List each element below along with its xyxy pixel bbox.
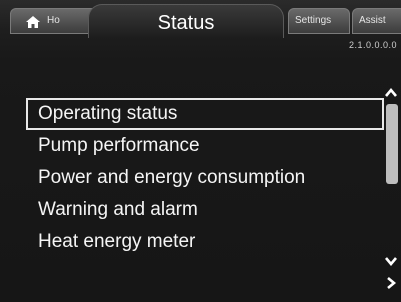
menu-item-label: Operating status — [38, 103, 178, 124]
chevron-right-icon[interactable] — [384, 276, 398, 290]
menu-item-warning-alarm[interactable]: Warning and alarm — [26, 194, 384, 226]
tab-assist[interactable]: Assist — [352, 8, 401, 34]
menu-item-label: Power and energy consumption — [38, 167, 306, 188]
menu-item-label: Heat energy meter — [38, 231, 196, 252]
firmware-version: 2.1.0.0.0.0 — [348, 40, 397, 50]
menu-item-pump-performance[interactable]: Pump performance — [26, 130, 384, 162]
page-title: Status — [157, 12, 215, 34]
menu-item-label: Warning and alarm — [38, 199, 198, 220]
pump-display-screen: Ho Settings Assist Status 2.1.0.0.0.0 Op… — [0, 0, 401, 302]
menu-item-operating-status[interactable]: Operating status — [26, 98, 384, 130]
chevron-up-icon[interactable] — [384, 86, 398, 98]
menu-item-label: Pump performance — [38, 135, 200, 156]
chevron-down-icon[interactable] — [384, 256, 398, 266]
tab-status[interactable]: Status — [88, 4, 284, 38]
tab-settings[interactable]: Settings — [288, 8, 350, 34]
tab-home-label: Ho — [47, 15, 60, 26]
scrollbar-thumb[interactable] — [386, 104, 398, 184]
tab-settings-label: Settings — [295, 15, 332, 26]
menu-item-power-energy[interactable]: Power and energy consumption — [26, 162, 384, 194]
tab-assist-label: Assist — [359, 15, 386, 26]
menu-item-heat-energy-meter[interactable]: Heat energy meter — [26, 226, 384, 258]
status-menu-list: Operating status Pump performance Power … — [26, 98, 384, 258]
home-icon — [26, 16, 40, 28]
